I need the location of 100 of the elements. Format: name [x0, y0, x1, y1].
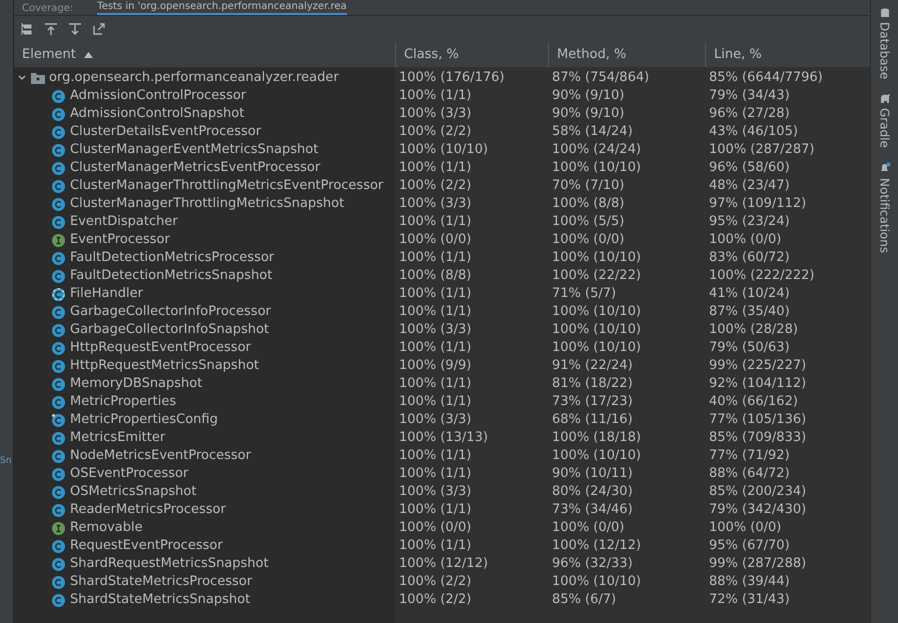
coverage-cell-text: 90% (9/10) [552, 87, 626, 105]
class-name[interactable]: GarbageCollectorInfoSnapshot [70, 321, 270, 339]
coverage-cell-text: 99% (287/288) [709, 555, 808, 573]
coverage-cell-text: 96% (27/28) [709, 105, 791, 123]
coverage-cell-text: 100% (12/12) [399, 555, 489, 573]
class-icon [52, 504, 65, 516]
coverage-cell-text: 95% (67/70) [709, 537, 791, 555]
coverage-cell-text: 100% (8/8) [399, 267, 472, 285]
coverage-cell-text: 100% (3/3) [399, 105, 472, 123]
folder-icon [31, 72, 45, 84]
class-icon [52, 324, 65, 336]
class-name[interactable]: EventDispatcher [70, 213, 178, 231]
coverage-cell-text: 87% (754/864) [552, 69, 650, 87]
coverage-cell-text: 80% (24/30) [552, 483, 634, 501]
class-name[interactable]: ClusterDetailsEventProcessor [70, 123, 262, 141]
sort-ascending-icon [84, 52, 93, 58]
class-name[interactable]: FaultDetectionMetricsSnapshot [70, 267, 272, 285]
class-icon [52, 180, 65, 192]
class-name[interactable]: ShardStateMetricsProcessor [70, 573, 252, 591]
coverage-cell-text: 99% (225/227) [709, 357, 808, 375]
coverage-cell-text: 100% (3/3) [399, 195, 472, 213]
package-name[interactable]: org.opensearch.performanceanalyzer.reader [49, 69, 339, 87]
coverage-cell-text: 100% (10/10) [552, 249, 642, 267]
class-name[interactable]: AdmissionControlSnapshot [70, 105, 244, 123]
coverage-cell-text: 100% (0/0) [709, 231, 782, 249]
coverage-cell-text: 100% (10/10) [552, 321, 642, 339]
class-name[interactable]: MetricPropertiesConfig [70, 411, 218, 429]
class-name[interactable]: EventProcessor [70, 231, 170, 249]
column-header[interactable]: Class, % [395, 42, 548, 67]
coverage-cell-text: 83% (60/72) [709, 249, 791, 267]
class-name[interactable]: RequestEventProcessor [70, 537, 223, 555]
class-name[interactable]: ClusterManagerEventMetricsSnapshot [70, 141, 318, 159]
class-name[interactable]: MetricsEmitter [70, 429, 166, 447]
class-name[interactable]: GarbageCollectorInfoProcessor [70, 303, 271, 321]
navigate-down-icon[interactable] [68, 22, 82, 36]
class-icon [52, 342, 65, 354]
coverage-cell-text: 100% (12/12) [552, 537, 642, 555]
coverage-cell-text: 68% (11/16) [552, 411, 634, 429]
coverage-cell-text: 100% (1/1) [399, 501, 472, 519]
class-name[interactable]: OSEventProcessor [70, 465, 188, 483]
coverage-cell-text: 90% (9/10) [552, 105, 626, 123]
coverage-cell-text: 79% (50/63) [709, 339, 791, 357]
coverage-cell-text: 100% (1/1) [399, 87, 472, 105]
coverage-cell-text: 79% (342/430) [709, 501, 808, 519]
coverage-cell-text: 100% (10/10) [399, 141, 489, 159]
coverage-cell-text: 79% (34/43) [709, 87, 791, 105]
class-icon [52, 162, 65, 174]
tool-window-button[interactable]: Notifications [876, 162, 894, 254]
coverage-cell-text: 100% (1/1) [399, 537, 472, 555]
class-name[interactable]: MemoryDBSnapshot [70, 375, 202, 393]
class-name[interactable]: NodeMetricsEventProcessor [70, 447, 251, 465]
coverage-cell-text: 100% (10/10) [552, 339, 642, 357]
coverage-cell-text: 100% (24/24) [552, 141, 642, 159]
coverage-cell-text: 41% (10/24) [709, 285, 791, 303]
class-name[interactable]: HttpRequestEventProcessor [70, 339, 251, 357]
class-icon [52, 558, 65, 570]
coverage-cell-text: 95% (23/24) [709, 213, 791, 231]
coverage-cell-text: 70% (7/10) [552, 177, 626, 195]
column-header[interactable]: Element [14, 42, 395, 67]
class-icon [52, 540, 65, 552]
interface-icon [52, 234, 65, 246]
class-name[interactable]: ClusterManagerMetricsEventProcessor [70, 159, 320, 177]
class-name[interactable]: MetricProperties [70, 393, 176, 411]
class-name[interactable]: FileHandler [70, 285, 143, 303]
class-icon [52, 360, 65, 372]
class-name[interactable]: OSMetricsSnapshot [70, 483, 196, 501]
class-name[interactable]: ClusterManagerThrottlingMetricsEventProcessor [70, 177, 384, 195]
coverage-cell-text: 96% (58/60) [709, 159, 791, 177]
coverage-cell-text: 88% (64/72) [709, 465, 791, 483]
class-icon [52, 414, 65, 426]
class-icon [52, 216, 65, 228]
coverage-cell-text: 100% (0/0) [552, 231, 626, 249]
database-icon [880, 8, 890, 18]
coverage-cell-text: 100% (1/1) [399, 159, 472, 177]
export-icon[interactable] [92, 22, 106, 36]
class-icon [52, 252, 65, 264]
coverage-cell-text: 100% (3/3) [399, 321, 472, 339]
coverage-cell-text: 100% (2/2) [399, 591, 472, 609]
flatten-packages-icon[interactable] [20, 22, 34, 36]
class-name[interactable]: ShardStateMetricsSnapshot [70, 591, 250, 609]
tool-window-button[interactable]: Database [876, 8, 894, 80]
class-name[interactable]: ShardRequestMetricsSnapshot [70, 555, 269, 573]
coverage-cell-text: 100% (176/176) [399, 69, 506, 87]
class-name[interactable]: Removable [70, 519, 143, 537]
coverage-cell-text: 40% (66/162) [709, 393, 799, 411]
coverage-cell-text: 91% (22/24) [552, 357, 634, 375]
class-name[interactable]: AdmissionControlProcessor [70, 87, 246, 105]
navigate-up-icon[interactable] [44, 22, 58, 36]
class-name[interactable]: HttpRequestMetricsSnapshot [70, 357, 259, 375]
class-icon [52, 144, 65, 156]
class-name[interactable]: FaultDetectionMetricsProcessor [70, 249, 274, 267]
tool-window-button[interactable]: Gradle [876, 93, 894, 148]
coverage-cell-text: 100% (1/1) [399, 213, 472, 231]
interface-icon [52, 522, 65, 534]
column-header[interactable]: Method, % [548, 42, 705, 67]
coverage-cell-text: 72% (31/43) [709, 591, 791, 609]
class-name[interactable]: ReaderMetricsProcessor [70, 501, 226, 519]
class-name[interactable]: ClusterManagerThrottlingMetricsSnapshot [70, 195, 344, 213]
coverage-cell-text: 58% (14/24) [552, 123, 634, 141]
class-icon [52, 108, 65, 120]
